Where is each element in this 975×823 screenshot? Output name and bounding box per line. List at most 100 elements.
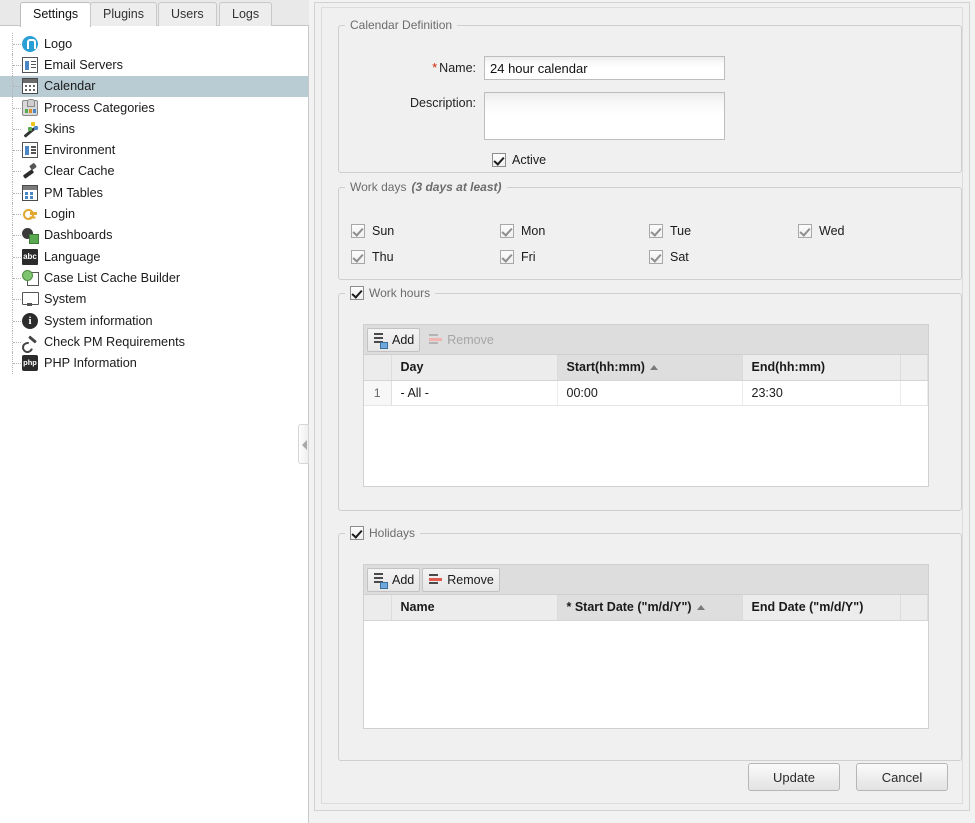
tree-connector bbox=[12, 182, 22, 204]
sidebar-item-php-information[interactable]: PHP Information bbox=[0, 352, 308, 374]
table-header-row: Name * Start Date ("m/d/Y") End Date ("m… bbox=[364, 595, 928, 621]
sidebar-item-logo[interactable]: Logo bbox=[0, 33, 308, 55]
description-row: Description: bbox=[339, 92, 961, 140]
workday-fri-checkbox[interactable] bbox=[500, 250, 514, 264]
tab-users[interactable]: Users bbox=[158, 2, 217, 26]
workday-mon-checkbox[interactable] bbox=[500, 224, 514, 238]
calendar-form: Calendar Definition *Name: Description: … bbox=[321, 7, 963, 804]
calendar-definition-fieldset: Calendar Definition *Name: Description: … bbox=[338, 18, 962, 173]
column-header-start[interactable]: Start(hh:mm) bbox=[557, 355, 743, 381]
tree-connector bbox=[12, 33, 22, 55]
work-hours-empty-area bbox=[364, 405, 928, 486]
holidays-grid: Add Remove Name * Start Date ("m/d/Y") E… bbox=[363, 564, 929, 729]
sidebar-item-process-categories[interactable]: Process Categories bbox=[0, 96, 308, 119]
rownum-header bbox=[364, 595, 392, 621]
work-hours-checkbox[interactable] bbox=[350, 286, 364, 300]
wrench-icon bbox=[22, 334, 38, 350]
tree-connector bbox=[12, 203, 22, 225]
column-label: Start(hh:mm) bbox=[566, 360, 645, 375]
cancel-button[interactable]: Cancel bbox=[856, 763, 948, 791]
sidebar-item-dashboards[interactable]: Dashboards bbox=[0, 224, 308, 246]
sidebar-item-case-list-cache-builder[interactable]: Case List Cache Builder bbox=[0, 267, 308, 289]
name-label-text: Name: bbox=[439, 61, 476, 75]
sidebar-item-system[interactable]: System bbox=[0, 288, 308, 310]
active-row[interactable]: Active bbox=[492, 153, 546, 167]
workday-fri-label: Fri bbox=[521, 250, 536, 264]
remove-icon bbox=[428, 332, 444, 348]
required-asterisk: * bbox=[432, 61, 438, 75]
sidebar-item-label: PM Tables bbox=[44, 185, 104, 200]
workday-wed-checkbox[interactable] bbox=[798, 224, 812, 238]
workday-sat[interactable]: Sat bbox=[649, 250, 798, 264]
table-row[interactable]: 1 - All - 00:00 23:30 bbox=[364, 380, 928, 406]
panel-collapse-handle[interactable] bbox=[298, 424, 309, 464]
cell-start: 00:00 bbox=[557, 380, 743, 406]
pm-tables-icon bbox=[22, 184, 38, 201]
calendar-icon bbox=[22, 78, 38, 95]
sidebar-item-label: Check PM Requirements bbox=[44, 334, 186, 349]
sidebar-item-system-information[interactable]: System information bbox=[0, 309, 308, 332]
column-label: Day bbox=[400, 360, 424, 375]
holidays-remove-button[interactable]: Remove bbox=[422, 567, 500, 592]
add-label: Add bbox=[392, 572, 415, 587]
sidebar-item-login[interactable]: Login bbox=[0, 203, 308, 225]
workday-fri[interactable]: Fri bbox=[500, 250, 649, 264]
name-label: * Name: bbox=[339, 61, 484, 75]
sort-ascending-icon bbox=[696, 605, 705, 611]
column-header-name[interactable]: Name bbox=[391, 595, 558, 621]
workday-thu-checkbox[interactable] bbox=[351, 250, 365, 264]
tab-settings[interactable]: Settings bbox=[20, 2, 92, 27]
column-header-day[interactable]: Day bbox=[391, 355, 558, 381]
holidays-add-button[interactable]: Add bbox=[367, 567, 421, 592]
sidebar-item-environment[interactable]: Environment bbox=[0, 139, 308, 161]
tree-connector bbox=[12, 139, 22, 161]
sidebar-item-label: Process Categories bbox=[44, 100, 155, 115]
holidays-checkbox[interactable] bbox=[350, 526, 364, 540]
column-header-filler bbox=[900, 595, 928, 621]
work-hours-table: Day Start(hh:mm) End(hh:mm) 1 - All - 00… bbox=[364, 355, 928, 406]
add-icon bbox=[373, 332, 389, 349]
work-hours-remove-button: Remove bbox=[422, 328, 500, 352]
sidebar-item-pm-tables[interactable]: PM Tables bbox=[0, 182, 308, 204]
language-abc-icon bbox=[22, 248, 38, 265]
sidebar-item-clear-cache[interactable]: Clear Cache bbox=[0, 160, 308, 183]
sidebar-item-check-pm-requirements[interactable]: Check PM Requirements bbox=[0, 331, 308, 353]
tree-connector bbox=[12, 75, 22, 97]
work-days-row: Sun Mon Tue Wed bbox=[351, 218, 951, 244]
add-label: Add bbox=[392, 332, 415, 347]
workday-wed[interactable]: Wed bbox=[798, 224, 947, 238]
tab-logs[interactable]: Logs bbox=[219, 2, 273, 26]
tab-plugins[interactable]: Plugins bbox=[90, 2, 157, 26]
workday-thu[interactable]: Thu bbox=[351, 250, 500, 264]
tree-connector bbox=[12, 245, 22, 268]
column-header-start-date[interactable]: * Start Date ("m/d/Y") bbox=[557, 595, 743, 621]
description-label: Description: bbox=[410, 96, 476, 110]
row-number: 1 bbox=[364, 380, 392, 406]
description-textarea[interactable] bbox=[484, 92, 725, 140]
process-categories-icon bbox=[22, 98, 38, 116]
tree-connector bbox=[12, 331, 22, 353]
legend-text: Holidays bbox=[369, 526, 416, 540]
sidebar-item-skins[interactable]: Skins bbox=[0, 118, 308, 140]
workday-sat-checkbox[interactable] bbox=[649, 250, 663, 264]
workday-sun-checkbox[interactable] bbox=[351, 224, 365, 238]
work-hours-add-button[interactable]: Add bbox=[367, 327, 421, 352]
sidebar-item-email-servers[interactable]: Email Servers bbox=[0, 54, 308, 76]
workday-sat-label: Sat bbox=[670, 250, 689, 264]
workday-tue-checkbox[interactable] bbox=[649, 224, 663, 238]
active-checkbox[interactable] bbox=[492, 153, 506, 167]
sidebar-item-language[interactable]: Language bbox=[0, 245, 308, 268]
tree-connector bbox=[12, 288, 22, 310]
workday-thu-label: Thu bbox=[372, 250, 394, 264]
holidays-legend: Holidays bbox=[345, 526, 420, 540]
update-button[interactable]: Update bbox=[748, 763, 840, 791]
sidebar-item-calendar[interactable]: Calendar bbox=[0, 75, 308, 97]
workday-sun[interactable]: Sun bbox=[351, 224, 500, 238]
workday-mon[interactable]: Mon bbox=[500, 224, 649, 238]
settings-tree: Logo Email Servers Calendar Process Cate… bbox=[0, 27, 308, 823]
column-header-end[interactable]: End(hh:mm) bbox=[742, 355, 901, 381]
cell-end: 23:30 bbox=[742, 380, 901, 406]
name-input[interactable] bbox=[484, 56, 725, 80]
column-header-end-date[interactable]: End Date ("m/d/Y") bbox=[742, 595, 901, 621]
workday-tue[interactable]: Tue bbox=[649, 224, 798, 238]
